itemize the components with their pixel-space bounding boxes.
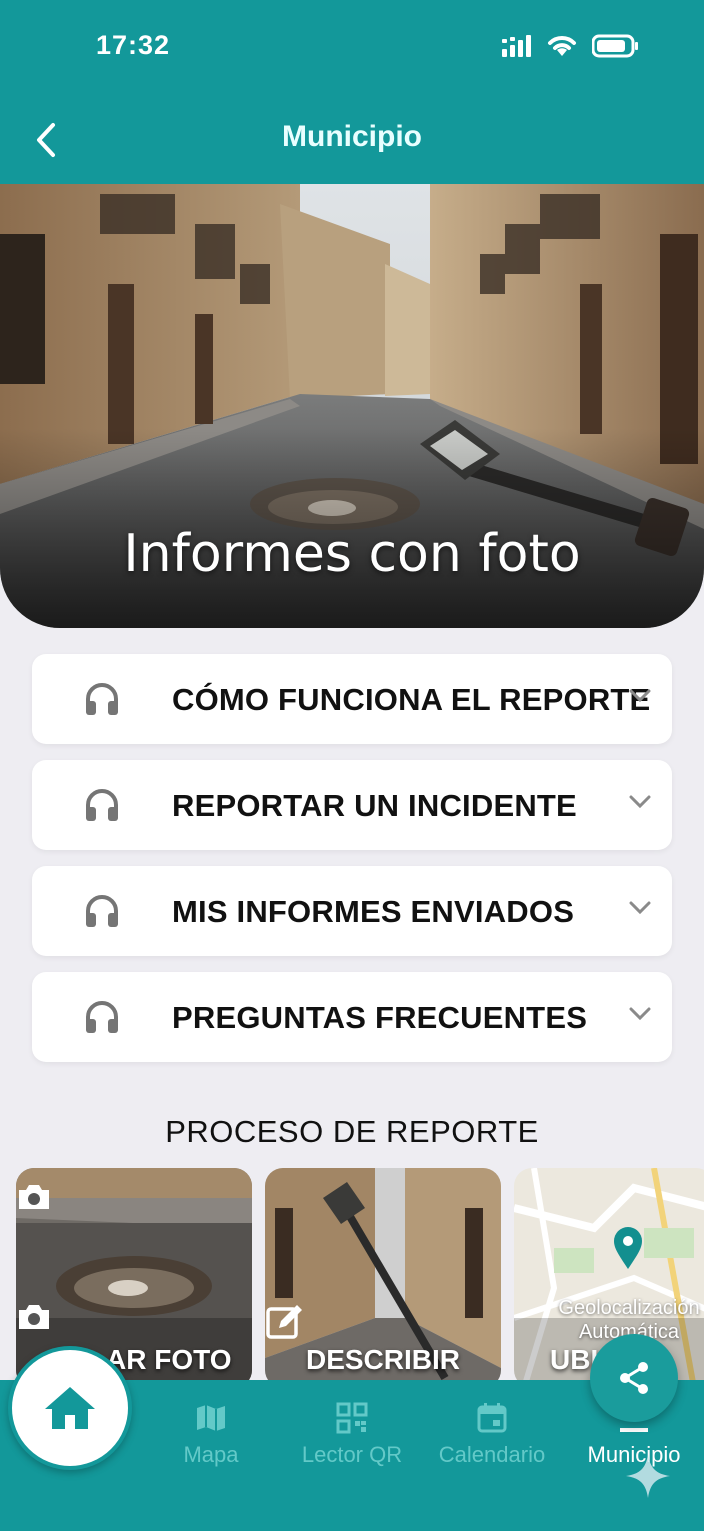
hero-title: Informes con foto [123, 524, 581, 584]
process-section-title: PROCESO DE REPORTE [165, 1114, 539, 1149]
accordion-report-incident[interactable]: REPORTAR UN INCIDENTE [32, 760, 672, 850]
app-header: 17:32 Municipio [0, 0, 704, 186]
accordion-faq[interactable]: PREGUNTAS FRECUENTES [32, 972, 672, 1062]
headphones-icon [86, 683, 118, 715]
status-time: 17:32 [96, 30, 171, 60]
camera-icon [19, 1305, 49, 1329]
share-button[interactable] [590, 1334, 678, 1422]
map-icon [197, 1405, 225, 1431]
status-icons [502, 34, 640, 58]
geo-caption: Geolocalización Automática [514, 1296, 704, 1344]
sparkle-icon [626, 1454, 670, 1498]
home-button[interactable] [8, 1346, 132, 1470]
nav-label: Lector QR [301, 1442, 403, 1467]
headphones-icon [86, 789, 118, 821]
chevron-down-icon [629, 795, 651, 809]
home-icon [45, 1387, 95, 1429]
accordion-how-it-works[interactable]: CÓMO FUNCIONA EL REPORTE [32, 654, 672, 744]
nav-item-map[interactable]: Mapa [166, 1400, 256, 1468]
battery-icon [592, 34, 638, 58]
camera-icon [19, 1185, 49, 1209]
map-pin-icon [614, 1227, 642, 1269]
nav-label: Calendario [438, 1442, 546, 1467]
card-label: AR FOTO [106, 1344, 232, 1375]
headphones-icon [86, 1001, 118, 1033]
page-title: Municipio [282, 120, 422, 153]
geo-caption-line1: Geolocalización [558, 1297, 700, 1319]
chevron-down-icon [629, 689, 651, 703]
accordion-label: MIS INFORMES ENVIADOS [172, 894, 575, 929]
card-label: DESCRIBIR [305, 1344, 460, 1375]
edit-icon [266, 1305, 302, 1339]
accordion-my-reports[interactable]: MIS INFORMES ENVIADOS [32, 866, 672, 956]
nav-label: Mapa [183, 1442, 239, 1467]
wifi-icon [548, 36, 576, 56]
share-icon [620, 1362, 648, 1394]
nav-item-qr-reader[interactable]: Lector QR [292, 1400, 412, 1468]
process-card-describe[interactable]: DESCRIBIR [265, 1168, 501, 1388]
calendar-icon [477, 1403, 507, 1433]
headphones-icon [86, 895, 118, 927]
accordion-label: CÓMO FUNCIONA EL REPORTE [172, 682, 651, 717]
nav-item-calendar[interactable]: Calendario [432, 1400, 552, 1468]
accordion-label: PREGUNTAS FRECUENTES [172, 1000, 588, 1035]
hero-banner: Informes con foto [0, 184, 704, 628]
chevron-down-icon [629, 901, 651, 915]
signal-icon [502, 35, 531, 57]
qr-code-icon [336, 1402, 368, 1434]
chevron-down-icon [629, 1007, 651, 1021]
accordion-label: REPORTAR UN INCIDENTE [172, 788, 577, 823]
